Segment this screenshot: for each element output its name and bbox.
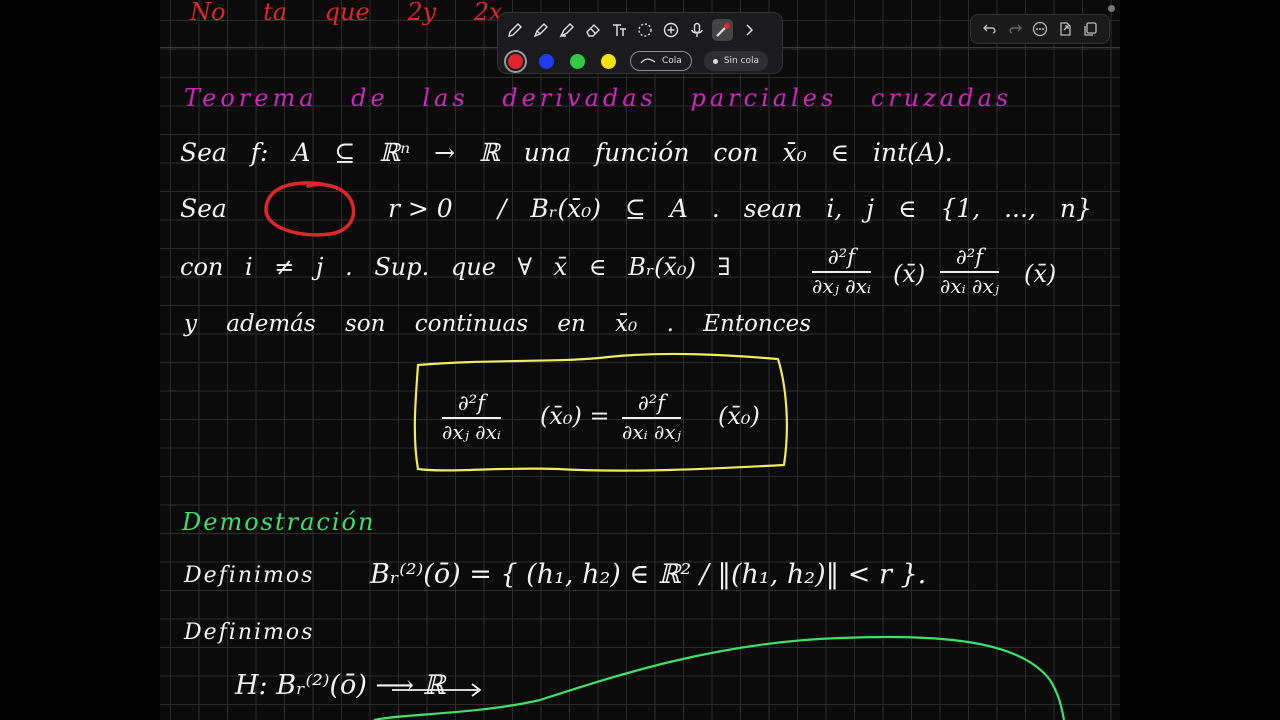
- text-icon: [612, 24, 626, 36]
- color-row: Cola Sin cola: [506, 49, 769, 73]
- fraction-numerator: ∂²f: [955, 245, 983, 269]
- line-2-circled: r > 0: [388, 194, 453, 223]
- pages-button[interactable]: [1082, 21, 1098, 37]
- fraction-bar: [940, 271, 999, 273]
- line-4: y además son continuas en x̄₀ . Entonces: [184, 311, 812, 337]
- page-controls: [970, 14, 1110, 44]
- fountain-pen-tool[interactable]: [530, 19, 551, 41]
- green-curve-annotation: [373, 635, 1066, 720]
- lasso-icon: [637, 23, 652, 37]
- laser-pointer-icon: [715, 23, 730, 37]
- highlighter-tool[interactable]: [556, 19, 577, 41]
- highlighter-icon: [558, 23, 574, 38]
- line-3-paren-2: (x̄): [1024, 260, 1057, 288]
- shape-plus-icon: [663, 22, 678, 38]
- line-1: Sea f: A ⊆ ℝⁿ → ℝ una función con x̄₀ ∈ …: [180, 138, 953, 167]
- fraction-bar: [622, 417, 681, 419]
- microphone-icon: [690, 22, 703, 37]
- undo-button[interactable]: [982, 21, 998, 37]
- fraction-numerator: ∂²f: [637, 391, 665, 415]
- shape-tool[interactable]: [660, 19, 681, 41]
- more-options-button[interactable]: [1032, 21, 1048, 37]
- color-swatch-green[interactable]: [568, 51, 587, 71]
- boxed-fraction-2: ∂²f ∂xᵢ ∂xⱼ: [622, 391, 681, 444]
- line-3-partial-fraction-2: ∂²f ∂xᵢ ∂xⱼ: [940, 245, 999, 298]
- status-dot: [1108, 5, 1115, 12]
- notebook-page[interactable]: No ta que 2y 2x Teorema de las derivadas…: [160, 0, 1120, 720]
- function-h-definition: H: Bᵣ⁽²⁾(ō) ⟶ ℝ: [235, 670, 446, 701]
- top-partial-note: No ta que 2y 2x: [190, 0, 503, 26]
- eraser-tool[interactable]: [582, 19, 603, 41]
- more-tools-button[interactable]: [738, 19, 759, 41]
- red-circle-annotation: [264, 181, 356, 237]
- line-3-start: con i ≠ j . Sup. que ∀ x̄ ∈ Bᵣ(x̄₀) ∃: [180, 253, 731, 281]
- line-3-partial-fraction-1: ∂²f ∂xⱼ ∂xᵢ: [812, 245, 871, 298]
- ellipsis-circle-icon: [1032, 21, 1048, 37]
- line-3-paren-1: (x̄): [893, 260, 926, 288]
- eraser-icon: [585, 24, 600, 37]
- redo-button[interactable]: [1007, 21, 1023, 37]
- fraction-denominator: ∂xᵢ ∂xⱼ: [940, 273, 999, 298]
- line-2-end: / Bᵣ(x̄₀) ⊆ A . sean i, j ∈ {1, ..., n}: [498, 194, 1092, 223]
- chevron-right-icon: [745, 24, 753, 36]
- tail-option-label: Cola: [662, 56, 682, 66]
- definition-1-expression: Bᵣ⁽²⁾(ō) = { (h₁, h₂) ∈ ℝ² / ‖(h₁, h₂)‖ …: [370, 559, 927, 590]
- definition-2-label: Definimos: [184, 620, 315, 645]
- line-2-start: Sea: [180, 194, 227, 223]
- drawing-toolbar: Cola Sin cola: [497, 12, 783, 74]
- fraction-bar: [442, 417, 501, 419]
- tool-row: [504, 17, 759, 43]
- dot-icon: [712, 58, 718, 64]
- tail-stroke-icon: [640, 58, 656, 64]
- fraction-denominator: ∂xⱼ ∂xᵢ: [812, 273, 871, 298]
- tail-option-button[interactable]: Cola: [630, 51, 692, 71]
- fraction-numerator: ∂²f: [457, 391, 485, 415]
- color-swatch-blue[interactable]: [537, 51, 556, 71]
- definition-1-label: Definimos: [184, 563, 315, 588]
- pen-icon: [507, 23, 522, 37]
- laser-pointer-tool[interactable]: [712, 19, 733, 41]
- fraction-numerator: ∂²f: [827, 245, 855, 269]
- boxed-paren-2: (x̄₀): [718, 402, 760, 430]
- color-swatch-red[interactable]: [506, 51, 525, 71]
- boxed-fraction-1: ∂²f ∂xⱼ ∂xᵢ: [442, 391, 501, 444]
- export-page-icon: [1060, 22, 1071, 36]
- fraction-denominator: ∂xⱼ ∂xᵢ: [442, 419, 501, 444]
- fountain-pen-icon: [533, 23, 548, 38]
- export-button[interactable]: [1057, 21, 1073, 37]
- no-tail-option-label: Sin cola: [723, 56, 760, 66]
- fraction-bar: [812, 271, 871, 273]
- text-tool[interactable]: [608, 19, 629, 41]
- color-swatch-yellow[interactable]: [599, 51, 618, 71]
- no-tail-option-button[interactable]: Sin cola: [703, 51, 769, 71]
- proof-title: Demostración: [182, 508, 376, 536]
- theorem-title: Teorema de las derivadas parciales cruza…: [184, 84, 1013, 112]
- lasso-tool[interactable]: [634, 19, 655, 41]
- pen-tool[interactable]: [504, 19, 525, 41]
- pages-copy-icon: [1084, 22, 1097, 36]
- undo-icon: [982, 24, 996, 34]
- microphone-tool[interactable]: [686, 19, 707, 41]
- fraction-denominator: ∂xᵢ ∂xⱼ: [622, 419, 681, 444]
- boxed-paren-1: (x̄₀) =: [540, 402, 610, 430]
- redo-icon: [1009, 24, 1022, 34]
